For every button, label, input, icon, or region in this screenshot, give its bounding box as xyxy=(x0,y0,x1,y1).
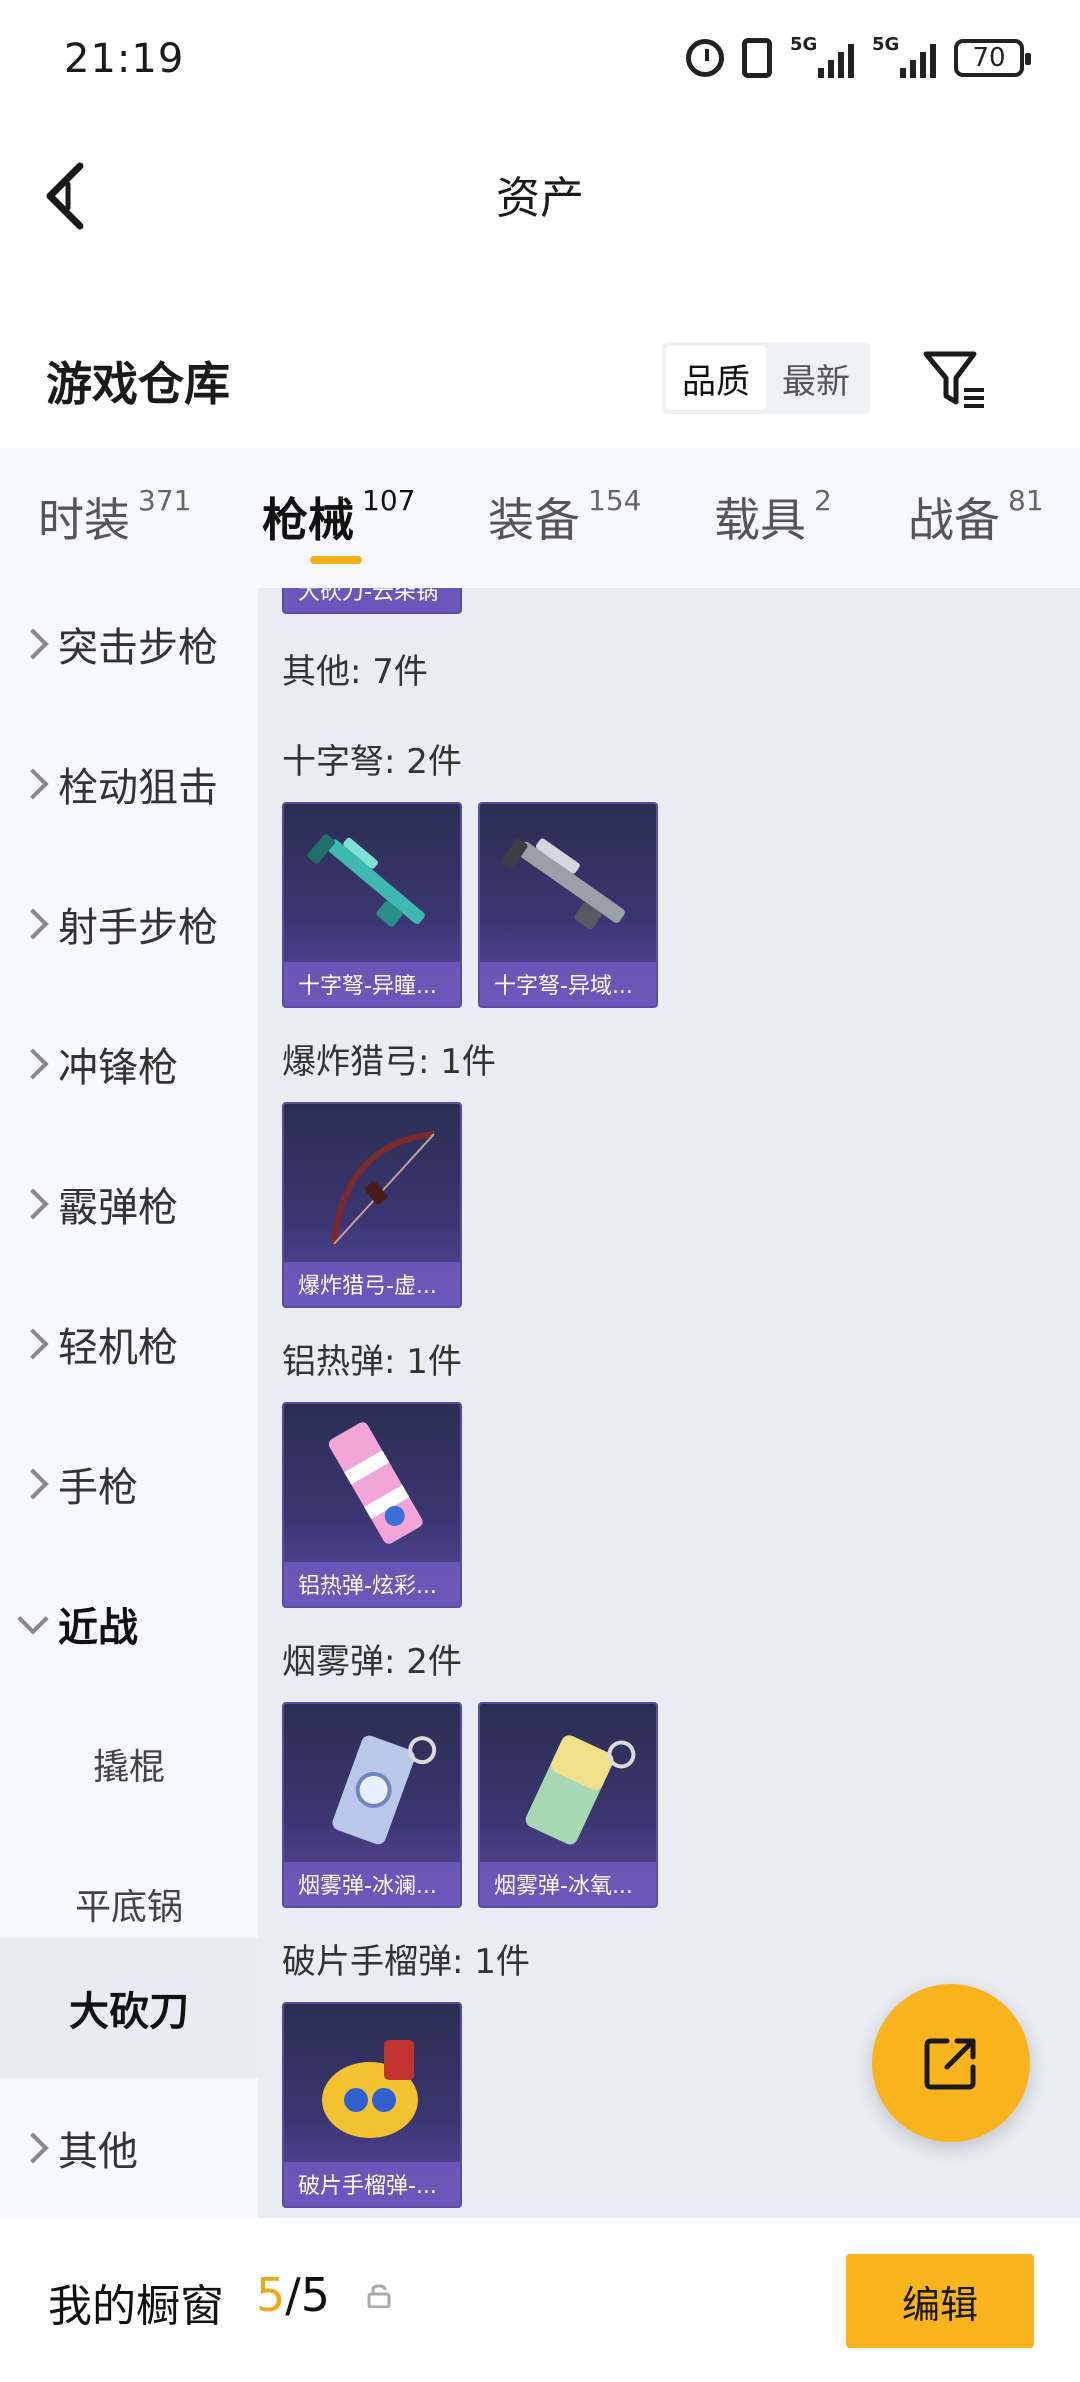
item-list: 大砍刀-云朵锅 其他: 7件 十字弩: 2件 十字弩-异瞳... 十字弩-异域.… xyxy=(258,588,1080,2218)
chevron-right-icon xyxy=(17,1468,49,1500)
tab-vehicles[interactable]: 载具 2 xyxy=(714,484,832,550)
sidebar-item-marksman-rifle[interactable]: 射手步枪 xyxy=(0,854,258,994)
item-card-smoke-2[interactable]: 烟雾弹-冰氧... xyxy=(478,1702,658,1908)
chevron-down-icon xyxy=(17,1603,49,1635)
chevron-right-icon xyxy=(17,768,49,800)
lock-icon xyxy=(367,2284,391,2308)
showcase-count: 5/5 xyxy=(256,2268,331,2322)
bottom-bar: 我的橱窗 5/5 编辑 xyxy=(0,2218,1080,2382)
sort-newest-button[interactable]: 最新 xyxy=(766,346,866,410)
filter-icon xyxy=(923,351,984,408)
sidebar-item-lmg[interactable]: 轻机枪 xyxy=(0,1274,258,1414)
vibrate-icon xyxy=(742,38,772,78)
category-tabs: 时装 371 枪械 107 装备 154 载具 2 战备 81 xyxy=(0,448,1080,588)
page-title: 资产 xyxy=(496,173,584,224)
battery-icon: 70 xyxy=(954,39,1031,77)
chevron-right-icon xyxy=(17,1188,49,1220)
share-fab-button[interactable] xyxy=(872,1984,1030,2142)
item-card-frag[interactable]: 破片手榴弹-... xyxy=(282,2002,462,2208)
sidebar-item-bolt-sniper[interactable]: 栓动狙击 xyxy=(0,714,258,854)
share-external-icon xyxy=(924,2038,976,2090)
sidebar-item-shotgun[interactable]: 霰弹枪 xyxy=(0,1134,258,1274)
chevron-right-icon xyxy=(17,628,49,660)
status-time: 21:19 xyxy=(64,36,185,82)
sidebar-item-melee[interactable]: 近战 xyxy=(0,1554,258,1694)
chevron-right-icon xyxy=(17,908,49,940)
item-card-crossbow-2[interactable]: 十字弩-异域... xyxy=(478,802,658,1008)
thermite-image xyxy=(328,1422,423,1544)
showcase-label: 我的橱窗 xyxy=(48,2281,224,2332)
signal-icon-2: 5G xyxy=(872,34,936,78)
section-label-frag: 破片手榴弹: 1件 xyxy=(282,1942,530,1982)
item-card-crossbow-1[interactable]: 十字弩-异瞳... xyxy=(282,802,462,1008)
section-label-crossbow: 十字弩: 2件 xyxy=(282,742,462,782)
sidebar-item-other[interactable]: 其他 xyxy=(0,2078,258,2218)
chevron-right-icon xyxy=(17,2132,49,2164)
sidebar: 突击步枪 栓动狙击 射手步枪 冲锋枪 霰弹枪 轻机枪 手枪 近战 撬棍 平底锅 … xyxy=(0,588,258,2218)
smoke-grenade-image xyxy=(525,1735,636,1845)
section-label-explosive-bow: 爆炸猎弓: 1件 xyxy=(282,1042,496,1082)
crossbow-image xyxy=(307,834,425,927)
bow-image xyxy=(331,1131,435,1245)
sidebar-item-assault-rifle[interactable]: 突击步枪 xyxy=(0,588,258,714)
tab-fashion[interactable]: 时装 371 xyxy=(38,484,191,550)
sidebar-item-pistol[interactable]: 手枪 xyxy=(0,1414,258,1554)
signal-icon: 5G xyxy=(790,34,854,78)
tab-supplies[interactable]: 战备 81 xyxy=(908,484,1044,550)
frag-grenade-image xyxy=(322,2040,418,2138)
item-card-explosive-bow[interactable]: 爆炸猎弓-虚... xyxy=(282,1102,462,1308)
warehouse-header: 游戏仓库 品质 最新 xyxy=(0,318,1080,438)
crossbow-image xyxy=(501,838,625,930)
alarm-icon xyxy=(686,39,724,77)
status-bar: 21:19 5G 5G 70 xyxy=(0,0,1080,120)
status-icons: 5G 5G 70 xyxy=(686,34,1031,78)
sort-quality-button[interactable]: 品质 xyxy=(666,346,766,410)
active-tab-indicator xyxy=(310,556,362,564)
sidebar-subitem-crowbar[interactable]: 撬棍 xyxy=(0,1694,258,1834)
smoke-grenade-image xyxy=(332,1735,437,1845)
sidebar-item-smg[interactable]: 冲锋枪 xyxy=(0,994,258,1134)
item-card-smoke-1[interactable]: 烟雾弹-冰澜... xyxy=(282,1702,462,1908)
tab-firearms[interactable]: 枪械 107 xyxy=(262,484,415,550)
edit-button[interactable]: 编辑 xyxy=(846,2254,1034,2348)
item-card[interactable]: 大砍刀-云朵锅 xyxy=(282,588,462,614)
sidebar-subitem-machete[interactable]: 大砍刀 xyxy=(0,1938,258,2078)
tab-equipment[interactable]: 装备 154 xyxy=(488,484,641,550)
section-label-thermite: 铝热弹: 1件 xyxy=(282,1342,462,1382)
item-card-thermite[interactable]: 铝热弹-炫彩... xyxy=(282,1402,462,1608)
section-label-other: 其他: 7件 xyxy=(282,652,428,692)
filter-button[interactable] xyxy=(920,344,990,414)
warehouse-title: 游戏仓库 xyxy=(46,357,230,411)
section-label-smoke: 烟雾弹: 2件 xyxy=(282,1642,462,1682)
sort-toggle: 品质 最新 xyxy=(662,342,870,414)
header: 资产 xyxy=(0,120,1080,260)
chevron-right-icon xyxy=(17,1048,49,1080)
chevron-right-icon xyxy=(17,1328,49,1360)
